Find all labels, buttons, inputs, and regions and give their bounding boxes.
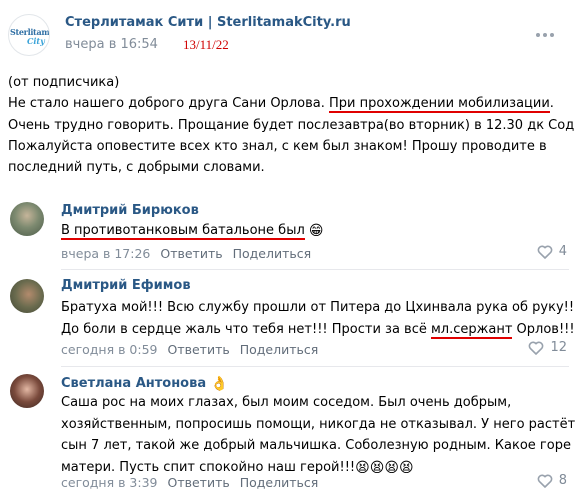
comment-author-name: Светлана Антонова [61, 376, 207, 391]
comment-text: В противотанковым батальоне был 😁 [61, 220, 566, 242]
comment-text-segment: матери. Пусть спит спокойно наш герой!!! [61, 459, 356, 475]
comment-text-segment: Орлов!!! [512, 321, 575, 337]
comment-text: Братуха мой!!! Всю службу прошли от Пите… [61, 297, 575, 341]
post-text-segment: . [549, 96, 554, 112]
underlined-mobilization: При прохождении мобилизации [328, 96, 550, 114]
avatar[interactable] [10, 202, 44, 236]
comment-author-link[interactable]: Дмитрий Бирюков [61, 203, 199, 218]
comment-text-line: Братуха мой!!! Всю службу прошли от Пите… [61, 300, 575, 315]
comment-text-line: Саша рос на моих глазах, был моим соседо… [61, 395, 512, 410]
comment-author-link[interactable]: Дмитрий Ефимов [61, 278, 191, 293]
comment-efimov: Дмитрий Ефимов Братуха мой!!! Всю службу… [0, 271, 575, 363]
post-header: Sterlitamak City Стерлитамак Сити | Ster… [0, 0, 575, 62]
post-text-line: Очень трудно говорить. Прощание будет по… [8, 117, 575, 133]
comment-text-line: хозяйственным, попросишь помощи, никогда… [61, 416, 575, 432]
like-button[interactable]: 4 [537, 244, 567, 259]
comment-meta: сегодня в 3:39 Ответить Поделиться [61, 475, 318, 490]
post-text-line: Пожалуйста оповестите всех кто знал, с к… [8, 138, 547, 154]
post-text: (от подписчика) Не стало нашего доброго … [8, 72, 575, 178]
divider [61, 269, 569, 270]
share-button[interactable]: Поделиться [240, 475, 319, 490]
heart-icon [528, 341, 544, 355]
comment-biryukov: Дмитрий Бирюков В противотанковым баталь… [0, 196, 575, 266]
like-button[interactable]: 8 [537, 473, 567, 488]
group-logo-text-bottom: City [27, 36, 45, 46]
post-time-link[interactable]: вчера в 16:54 [65, 37, 158, 52]
tired-face-emoji: 😫😫😫😫 [355, 459, 414, 476]
divider [61, 366, 569, 367]
share-button[interactable]: Поделиться [240, 342, 319, 357]
comment-author-link[interactable]: Светлана Антонова 👌 [61, 376, 228, 391]
like-count: 4 [558, 244, 567, 259]
comment-text-line: До боли в сердце жаль что тебя нет!!! Пр… [61, 319, 575, 341]
comment-text-segment: До боли в сердце жаль что тебя нет!!! Пр… [61, 321, 431, 337]
heart-icon [537, 245, 553, 259]
group-avatar[interactable]: Sterlitamak City [8, 14, 50, 56]
comment-meta: вчера в 17:26 Ответить Поделиться [61, 246, 311, 261]
heart-icon [537, 474, 553, 488]
reply-button[interactable]: Ответить [168, 475, 230, 490]
group-name-link[interactable]: Стерлитамак Сити | SterlitamakCity.ru [65, 15, 351, 30]
more-dots-icon[interactable] [536, 30, 556, 40]
avatar[interactable] [10, 279, 44, 313]
comment-time-link[interactable]: сегодня в 0:59 [61, 342, 158, 357]
like-count: 8 [558, 473, 567, 488]
comment-meta: сегодня в 0:59 Ответить Поделиться [61, 342, 318, 357]
comment-text-line: сын 7 лет, такой же добрый мальчишка. Со… [61, 438, 571, 453]
reply-button[interactable]: Ответить [168, 342, 230, 357]
underlined-battalion: В противотанковым батальоне был [61, 223, 305, 240]
comment-antonova: Светлана Антонова 👌 Саша рос на моих гла… [0, 368, 575, 492]
share-button[interactable]: Поделиться [233, 246, 312, 261]
avatar[interactable] [10, 374, 44, 408]
date-annotation: 13/11/22 [183, 37, 229, 52]
comment-time-link[interactable]: вчера в 17:26 [61, 246, 150, 261]
ok-hand-emoji: 👌 [210, 376, 229, 392]
like-button[interactable]: 12 [528, 340, 567, 355]
comment-text: Саша рос на моих глазах, был моим соседо… [61, 392, 575, 478]
grin-emoji: 😁 [308, 223, 324, 239]
like-count: 12 [550, 340, 567, 355]
post-text-segment: Не стало нашего доброго друга Сани Орлов… [8, 96, 329, 112]
underlined-rank: мл.сержант [431, 321, 513, 339]
comment-time-link[interactable]: сегодня в 3:39 [61, 475, 158, 490]
post-text-line: Не стало нашего доброго друга Сани Орлов… [8, 93, 568, 114]
post-text-line: последний путь, с добрыми словами. [8, 160, 265, 176]
reply-button[interactable]: Ответить [160, 246, 222, 261]
post-text-line: (от подписчика) [8, 75, 120, 90]
